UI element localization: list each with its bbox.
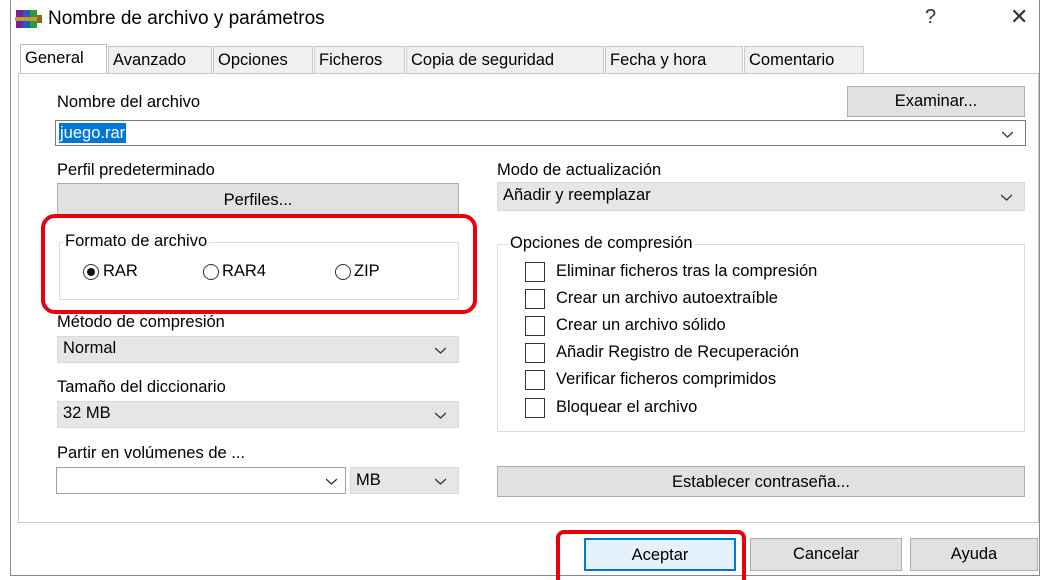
compression-method-select[interactable]: Normal (57, 336, 459, 363)
checkbox-lock-archive-label: Bloquear el archivo (556, 398, 698, 416)
archive-name-combo[interactable]: juego.rar (55, 120, 1026, 146)
help-icon[interactable]: ? (925, 6, 936, 29)
tab-options[interactable]: Opciones (213, 46, 313, 73)
dictionary-size-select[interactable]: 32 MB (57, 401, 459, 428)
split-unit-select[interactable]: MB (350, 467, 459, 494)
checkbox-delete-after-label: Eliminar ficheros tras la compresión (556, 262, 818, 280)
checkbox-sfx-label: Crear un archivo autoextraíble (556, 289, 778, 307)
browse-button[interactable]: Examinar... (847, 86, 1025, 117)
tab-general[interactable]: General (20, 44, 107, 73)
checkbox-solid-label: Crear un archivo sólido (556, 316, 726, 334)
checkbox-test-files[interactable] (525, 370, 545, 390)
chevron-down-icon (435, 347, 446, 354)
update-mode-value: Añadir y reemplazar (503, 186, 651, 204)
profiles-button[interactable]: Perfiles... (57, 183, 459, 216)
checkbox-recovery-record-label: Añadir Registro de Recuperación (556, 343, 800, 361)
checkbox-sfx[interactable] (525, 289, 545, 309)
tab-advanced[interactable]: Avanzado (108, 46, 212, 73)
tab-comment[interactable]: Comentario (744, 46, 864, 73)
update-mode-select[interactable]: Añadir y reemplazar (497, 182, 1025, 211)
update-mode-label: Modo de actualización (497, 161, 662, 179)
compression-method-value: Normal (63, 339, 117, 357)
highlight-archive-format (41, 214, 477, 314)
highlight-ok-button (556, 530, 746, 580)
tab-files[interactable]: Ficheros (314, 46, 405, 73)
compression-method-label: Método de compresión (57, 313, 225, 331)
default-profile-label: Perfil predeterminado (57, 161, 215, 179)
checkbox-solid[interactable] (525, 316, 545, 336)
chevron-down-icon (1001, 194, 1012, 201)
chevron-down-icon (435, 412, 446, 419)
tab-backup[interactable]: Copia de seguridad (406, 46, 604, 73)
set-password-button[interactable]: Establecer contraseña... (497, 466, 1025, 497)
dictionary-size-label: Tamaño del diccionario (57, 378, 226, 396)
chevron-down-icon (435, 478, 446, 485)
split-volumes-combo[interactable] (56, 467, 346, 494)
archive-name-value: juego.rar (59, 123, 127, 143)
window-title: Nombre de archivo y parámetros (48, 8, 325, 29)
split-unit-value: MB (356, 471, 381, 489)
close-icon[interactable]: ✕ (1010, 4, 1028, 30)
chevron-down-icon (326, 478, 337, 485)
split-volumes-label: Partir en volúmenes de ... (57, 444, 246, 462)
chevron-down-icon (1002, 131, 1013, 138)
cancel-button[interactable]: Cancelar (750, 538, 902, 571)
checkbox-lock-archive[interactable] (525, 398, 545, 418)
tab-date-time[interactable]: Fecha y hora (605, 46, 743, 73)
archive-name-label: Nombre del archivo (57, 93, 201, 111)
dictionary-size-value: 32 MB (63, 404, 111, 422)
compression-options-title: Opciones de compresión (508, 234, 695, 253)
checkbox-recovery-record[interactable] (525, 343, 545, 363)
checkbox-delete-after[interactable] (525, 262, 545, 282)
help-button[interactable]: Ayuda (910, 538, 1038, 571)
checkbox-test-files-label: Verificar ficheros comprimidos (556, 370, 777, 388)
winrar-app-icon (15, 8, 43, 30)
